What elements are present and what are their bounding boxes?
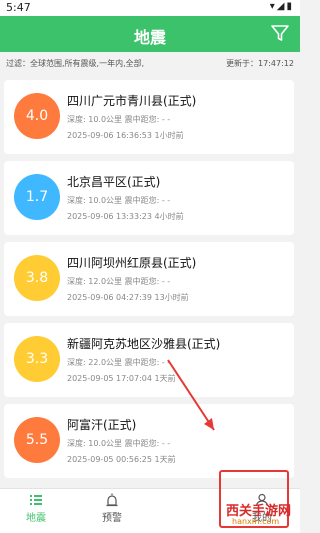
quake-depth-distance: 深度: 22.0公里 震中距您: - - bbox=[67, 358, 171, 367]
quake-time: 2025-09-05 00:56:25 1天前 bbox=[67, 455, 176, 464]
quake-depth-distance: 深度: 10.0公里 震中距您: - - bbox=[67, 196, 171, 205]
status-time: 5:47 bbox=[6, 1, 31, 14]
quake-card[interactable]: 3.8 四川阿坝州红原县(正式) 深度: 12.0公里 震中距您: - - 20… bbox=[4, 242, 294, 316]
magnitude-badge: 1.7 bbox=[14, 174, 60, 220]
app-header: 地震 bbox=[0, 16, 300, 52]
quake-card[interactable]: 1.7 北京昌平区(正式) 深度: 10.0公里 震中距您: - - 2025-… bbox=[4, 161, 294, 235]
quake-depth-distance: 深度: 10.0公里 震中距您: - - bbox=[67, 439, 171, 448]
quake-time: 2025-09-06 04:27:39 13小时前 bbox=[67, 293, 189, 302]
quake-card[interactable]: 5.5 阿富汗(正式) 深度: 10.0公里 震中距您: - - 2025-09… bbox=[4, 404, 294, 478]
nav-label-warning: 预警 bbox=[102, 513, 122, 524]
quake-card[interactable]: 3.3 新疆阿克苏地区沙雅县(正式) 深度: 22.0公里 震中距您: - - … bbox=[4, 323, 294, 397]
quake-time: 2025-09-06 16:36:53 1小时前 bbox=[67, 131, 184, 140]
filter-icon[interactable] bbox=[270, 23, 290, 43]
quake-location: 阿富汗(正式) bbox=[67, 418, 137, 432]
magnitude-badge: 3.8 bbox=[14, 255, 60, 301]
magnitude-badge: 4.0 bbox=[14, 93, 60, 139]
status-bar: 5:47 ▾◢▮ bbox=[0, 0, 300, 16]
magnitude-badge: 3.3 bbox=[14, 336, 60, 382]
filter-summary-bar[interactable]: 过滤：全球范围,所有震级,一年内,全部, 更新于：17:47:12 bbox=[0, 52, 300, 74]
alarm-icon bbox=[106, 493, 118, 507]
quake-card[interactable]: 4.0 四川广元市青川县(正式) 深度: 10.0公里 震中距您: - - 20… bbox=[4, 80, 294, 154]
quake-location: 新疆阿克苏地区沙雅县(正式) bbox=[67, 337, 221, 351]
watermark-sub: hanxm.com bbox=[232, 517, 280, 526]
nav-item-earthquake[interactable]: 地震 bbox=[6, 489, 66, 533]
list-icon bbox=[30, 495, 42, 505]
filter-summary: 过滤：全球范围,所有震级,一年内,全部, bbox=[6, 59, 145, 68]
quake-time: 2025-09-06 13:33:23 4小时前 bbox=[67, 212, 184, 221]
watermark-logo: 西关手游网 hanxm.com bbox=[226, 500, 298, 530]
nav-item-warning[interactable]: 预警 bbox=[82, 489, 142, 533]
page-title: 地震 bbox=[133, 28, 166, 47]
quake-depth-distance: 深度: 12.0公里 震中距您: - - bbox=[67, 277, 171, 286]
status-icons: ▾◢▮ bbox=[269, 1, 294, 12]
quake-location: 北京昌平区(正式) bbox=[67, 175, 161, 189]
quake-location: 四川广元市青川县(正式) bbox=[67, 94, 197, 108]
magnitude-badge: 5.5 bbox=[14, 417, 60, 463]
nav-label-earthquake: 地震 bbox=[26, 513, 46, 524]
updated-time: 更新于：17:47:12 bbox=[226, 59, 294, 68]
quake-location: 四川阿坝州红原县(正式) bbox=[67, 256, 197, 270]
quake-depth-distance: 深度: 10.0公里 震中距您: - - bbox=[67, 115, 171, 124]
quake-time: 2025-09-05 17:07:04 1天前 bbox=[67, 374, 176, 383]
nav-item-hidden[interactable] bbox=[158, 489, 218, 533]
